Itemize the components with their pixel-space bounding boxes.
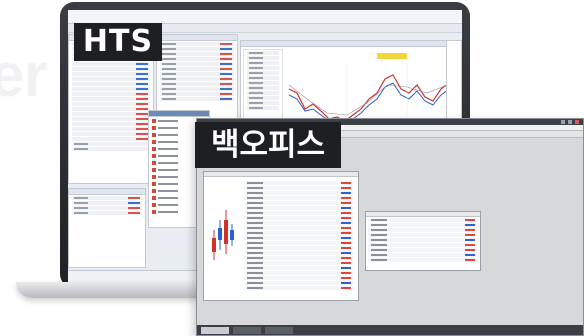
marketing-composite: er HTS 백오피스 [0, 0, 584, 336]
panel-header [241, 41, 461, 47]
back-office-table-window [365, 211, 481, 271]
close-icon[interactable] [575, 120, 579, 124]
panel-header [69, 189, 145, 195]
panel-header [149, 111, 209, 117]
window-header [204, 172, 358, 177]
back-office-quote-window [203, 171, 359, 301]
maximize-icon[interactable] [568, 120, 572, 124]
minimize-icon[interactable] [561, 120, 565, 124]
taskbar-tab[interactable] [265, 327, 293, 334]
hts-bottom-left-panel [68, 188, 146, 268]
panel-header [157, 35, 237, 41]
taskbar-tab[interactable] [233, 327, 261, 334]
back-office-label: 백오피스 [195, 122, 341, 168]
back-office-mini-chart [206, 180, 240, 298]
back-office-taskbar [197, 325, 583, 335]
hts-titlebar [68, 10, 462, 24]
hts-label: HTS [74, 23, 162, 61]
window-header [366, 212, 480, 217]
background-watermark-text: er [0, 41, 48, 110]
taskbar-tab[interactable] [201, 327, 229, 334]
